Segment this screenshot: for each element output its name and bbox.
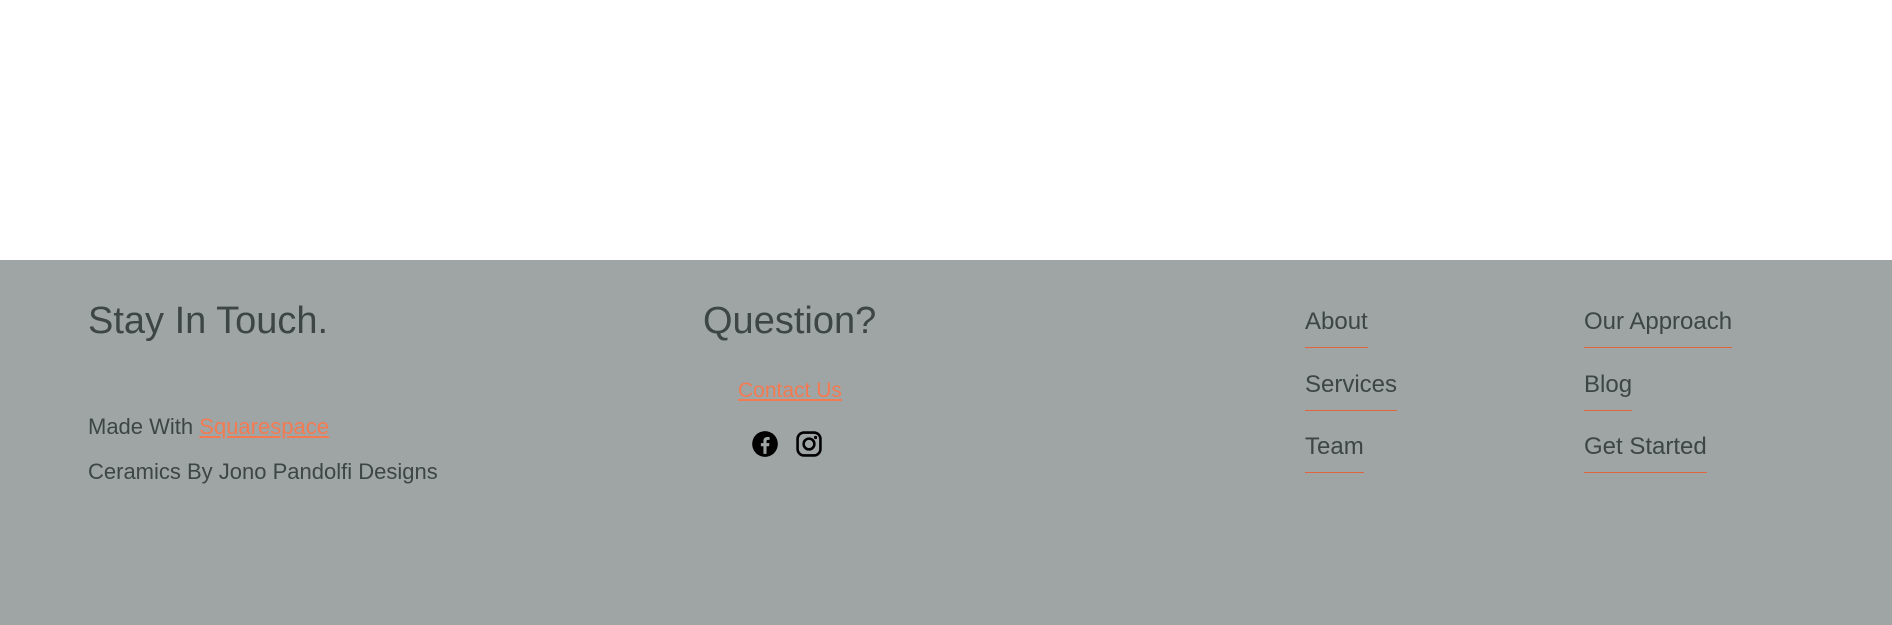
ceramics-credit: Ceramics By Jono Pandolfi Designs [88,459,438,484]
stay-in-touch-heading: Stay In Touch. [88,300,329,342]
footer-nav-get-started[interactable]: Get Started [1584,433,1707,473]
footer-nav-our-approach[interactable]: Our Approach [1584,308,1733,348]
instagram-icon[interactable] [795,430,823,458]
contact-us-link[interactable]: Contact Us [738,378,842,403]
footer-nav-blog[interactable]: Blog [1584,371,1633,411]
squarespace-link[interactable]: Squarespace [199,414,329,439]
footer-nav-services[interactable]: Services [1305,371,1398,411]
site-footer: Stay In Touch. Made With Squarespace Cer… [0,260,1892,625]
facebook-icon[interactable] [751,430,779,458]
footer-nav-team[interactable]: Team [1305,433,1364,473]
footer-nav-about[interactable]: About [1305,308,1368,348]
page: Stay In Touch. Made With Squarespace Cer… [0,0,1892,625]
made-with-prefix: Made With [88,414,194,439]
social-links [751,430,823,458]
question-heading: Question? [703,300,877,342]
content-area-blank [0,0,1892,260]
made-with-line: Made With Squarespace [88,414,329,440]
